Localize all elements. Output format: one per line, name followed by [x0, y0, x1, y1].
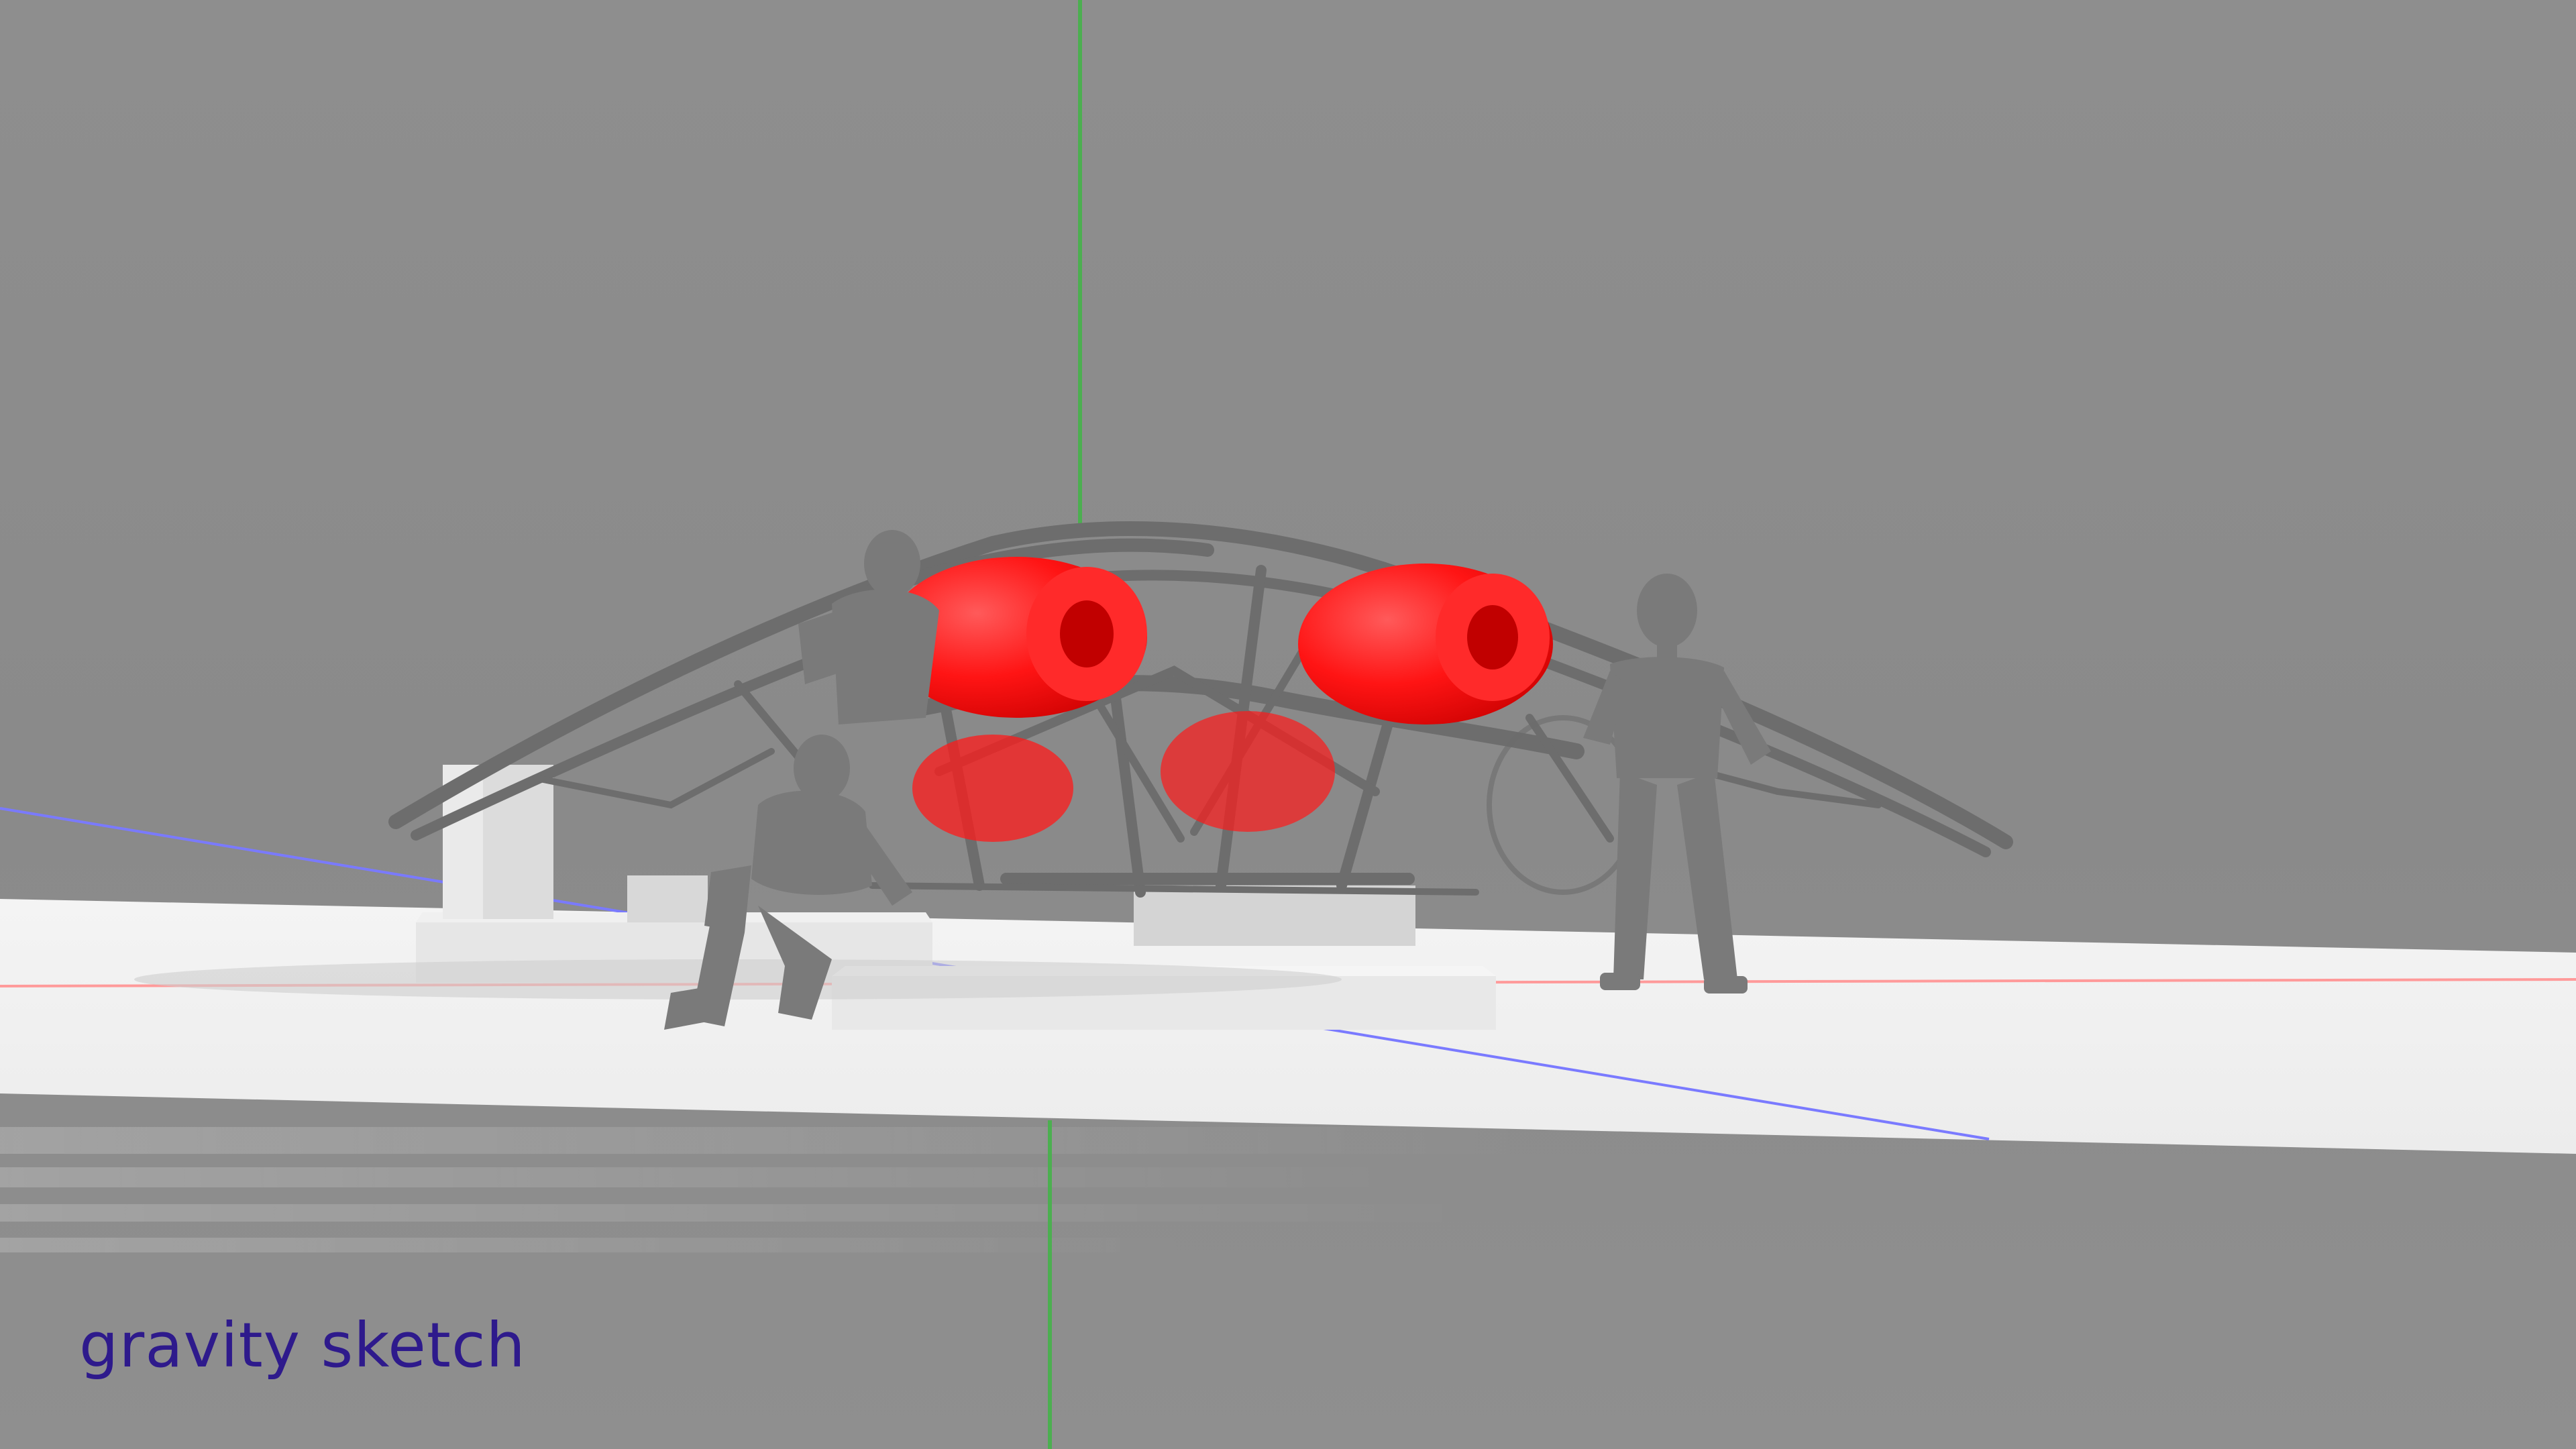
gravity-sketch-logo: gravity sketch	[79, 1309, 526, 1381]
scene-canvas[interactable]	[0, 0, 2576, 1449]
3d-viewport[interactable]: gravity sketch	[0, 0, 2576, 1449]
model-shadow	[134, 959, 1342, 1000]
